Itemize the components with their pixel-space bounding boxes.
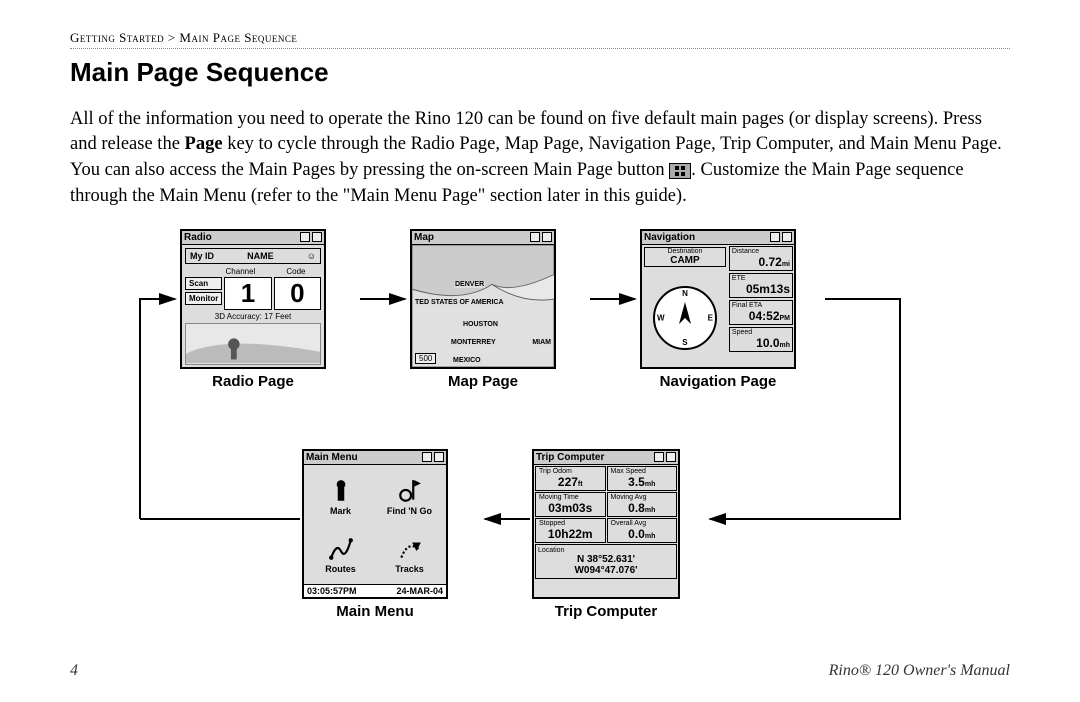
main-menu-thumbnail: Main Menu Mark Find 'N Go Routes Tracks …	[302, 449, 448, 620]
radio-page-thumbnail: Radio My IDNAME☺ ChannelCode Scan Monito…	[180, 229, 326, 390]
body-paragraph: All of the information you need to opera…	[70, 107, 1010, 211]
main-page-button-icon	[669, 163, 691, 179]
radio-caption: Radio Page	[180, 373, 326, 390]
page-flow-diagram: Radio My IDNAME☺ ChannelCode Scan Monito…	[70, 229, 1010, 629]
map-page-thumbnail: Map DENVER TED STATES OF AMERICA HOUSTON…	[410, 229, 556, 390]
page-footer: 4 Rino® 120 Owner's Manual	[70, 662, 1010, 680]
page-number: 4	[70, 662, 78, 680]
trip-computer-thumbnail: Trip Computer Trip Odom227ft Max Speed3.…	[532, 449, 680, 620]
divider	[70, 48, 1010, 49]
manual-title: Rino® 120 Owner's Manual	[829, 662, 1010, 680]
navigation-page-thumbnail: Navigation DestinationCAMP NSEW Distance…	[640, 229, 796, 390]
main-menu-caption: Main Menu	[302, 603, 448, 620]
trip-computer-caption: Trip Computer	[532, 603, 680, 620]
breadcrumb: Getting Started > Main Page Sequence	[70, 30, 1010, 46]
navigation-caption: Navigation Page	[640, 373, 796, 390]
map-caption: Map Page	[410, 373, 556, 390]
page-heading: Main Page Sequence	[70, 57, 1010, 88]
